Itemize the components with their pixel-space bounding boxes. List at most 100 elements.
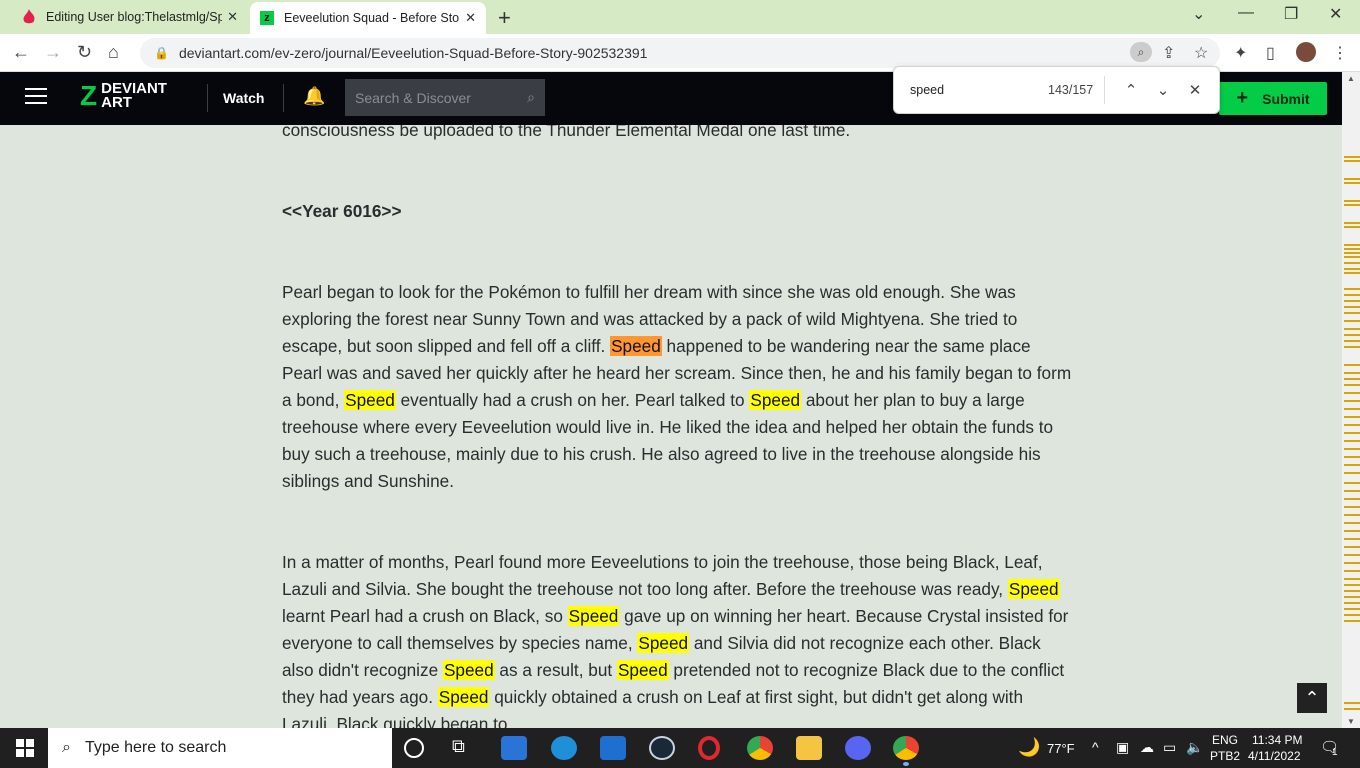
find-result-tick: [1344, 204, 1360, 206]
scroll-up-icon[interactable]: ▲: [1347, 74, 1355, 83]
weather-moon-icon[interactable]: 🌙: [1018, 737, 1040, 758]
url-bar[interactable]: 🔒 deviantart.com/ev-zero/journal/Eeveelu…: [140, 38, 1220, 68]
find-result-tick: [1344, 200, 1360, 202]
profile-avatar[interactable]: [1296, 42, 1316, 62]
find-result-tick: [1344, 248, 1360, 250]
paragraph-pearl: Pearl began to look for the Pokémon to f…: [282, 279, 1072, 495]
find-result-tick: [1344, 464, 1360, 466]
tray-device-icon[interactable]: ▣: [1116, 739, 1129, 756]
find-result-tick: [1344, 408, 1360, 410]
find-result-tick: [1344, 306, 1360, 308]
share-icon[interactable]: ⇪: [1162, 43, 1175, 63]
restore-icon[interactable]: ❐: [1284, 4, 1298, 24]
find-result-tick: [1344, 334, 1360, 336]
find-result-tick: [1344, 268, 1360, 270]
find-result-tick: [1344, 482, 1360, 484]
find-result-tick: [1344, 328, 1360, 330]
tab-eeveelution-squad[interactable]: z Eeveelution Squad - Before Story ✕: [250, 2, 486, 34]
lens-icon[interactable]: ⌕: [1130, 42, 1152, 62]
file-explorer-icon[interactable]: [796, 736, 822, 760]
edge-icon[interactable]: [551, 736, 577, 760]
submit-button[interactable]: + Submit: [1219, 82, 1327, 115]
find-input[interactable]: speed: [910, 83, 1030, 97]
forward-icon[interactable]: →: [44, 42, 62, 63]
find-result-tick: [1344, 498, 1360, 500]
search-input[interactable]: Search & Discover ⌕: [345, 79, 545, 116]
weather-temp[interactable]: 77°F: [1047, 741, 1075, 756]
task-view-icon[interactable]: ⧉: [452, 736, 478, 760]
taskbar-search-placeholder: Type here to search: [84, 739, 227, 756]
onedrive-cloud-icon[interactable]: ☁: [1140, 739, 1154, 756]
discord-icon[interactable]: [845, 736, 871, 760]
find-result-tick: [1344, 182, 1360, 184]
watch-link[interactable]: Watch: [223, 90, 264, 106]
find-result-tick: [1344, 300, 1360, 302]
tray-chevron-icon[interactable]: ^: [1092, 739, 1099, 755]
back-icon[interactable]: ←: [12, 42, 30, 63]
find-result-tick: [1344, 538, 1360, 540]
deviantart-mark-icon: Z: [80, 80, 98, 111]
side-panel-icon[interactable]: ▯: [1266, 43, 1275, 63]
find-current-match: Speed: [610, 336, 662, 356]
close-tab-icon[interactable]: ✕: [465, 10, 476, 26]
paragraph-top: consciousness be uploaded to the Thunder…: [282, 125, 851, 140]
bookmark-star-icon[interactable]: ☆: [1194, 43, 1208, 63]
minimize-icon[interactable]: —: [1238, 4, 1254, 22]
divider: [283, 84, 284, 112]
store-icon[interactable]: [501, 736, 527, 760]
close-window-icon[interactable]: ✕: [1329, 4, 1342, 24]
find-previous-icon[interactable]: ⌃: [1115, 81, 1147, 99]
deviantart-logo[interactable]: Z DEVIANT ART: [80, 80, 167, 111]
volume-icon[interactable]: 🔈: [1186, 739, 1203, 756]
find-result-tick: [1344, 472, 1360, 474]
find-result-tick: [1344, 256, 1360, 258]
tab-search-chevron-icon[interactable]: ⌄: [1192, 4, 1205, 24]
close-tab-icon[interactable]: ✕: [227, 9, 238, 25]
find-result-tick: [1344, 702, 1360, 704]
hamburger-menu-icon[interactable]: [25, 88, 47, 108]
menu-dots-icon[interactable]: ⋮: [1332, 43, 1348, 63]
language-line2[interactable]: PTB2: [1210, 749, 1240, 763]
windows-start-icon[interactable]: [16, 739, 34, 757]
taskbar-search-input[interactable]: ⌕ Type here to search: [48, 728, 392, 768]
chrome-icon[interactable]: [747, 736, 773, 760]
fandom-flame-icon: [23, 9, 35, 24]
new-tab-button[interactable]: +: [498, 5, 511, 31]
tab-title: Editing User blog:Thelastmlg/Spe: [46, 10, 222, 24]
find-result-tick: [1344, 252, 1360, 254]
find-result-tick: [1344, 578, 1360, 580]
steam-icon[interactable]: [649, 736, 675, 760]
scroll-to-top-button[interactable]: ⌃: [1297, 683, 1327, 713]
find-result-tick: [1344, 614, 1360, 616]
notifications-bell-icon[interactable]: 🔔: [303, 86, 325, 107]
mail-icon[interactable]: [600, 736, 626, 760]
tab-title: Eeveelution Squad - Before Story: [284, 11, 460, 25]
divider: [1104, 76, 1105, 104]
cortana-icon[interactable]: [404, 738, 424, 758]
language-line1[interactable]: ENG: [1212, 733, 1238, 747]
find-result-tick: [1344, 602, 1360, 604]
extensions-icon[interactable]: ✦: [1234, 43, 1247, 63]
find-match-count: 143/157: [1048, 83, 1094, 97]
find-result-tick: [1344, 392, 1360, 394]
search-icon[interactable]: ⌕: [527, 89, 535, 106]
network-icon[interactable]: ▭: [1163, 739, 1176, 756]
find-result-tick: [1344, 160, 1360, 162]
home-icon[interactable]: ⌂: [108, 42, 119, 63]
tab-editing-blog[interactable]: Editing User blog:Thelastmlg/Spe ✕: [8, 0, 248, 34]
clock-time[interactable]: 11:34 PM: [1252, 733, 1302, 747]
clock-date[interactable]: 4/11/2022: [1248, 749, 1301, 763]
find-next-icon[interactable]: ⌄: [1147, 81, 1179, 99]
page-scrollbar[interactable]: ▲ ▼: [1342, 72, 1360, 728]
find-result-tick: [1344, 554, 1360, 556]
reload-icon[interactable]: ↻: [77, 42, 92, 63]
chrome-active-icon[interactable]: [893, 736, 919, 760]
find-result-tick: [1344, 514, 1360, 516]
find-result-tick: [1344, 570, 1360, 572]
find-result-tick: [1344, 384, 1360, 386]
find-result-tick: [1344, 244, 1360, 246]
opera-icon[interactable]: [698, 736, 720, 760]
scroll-down-icon[interactable]: ▼: [1347, 717, 1355, 726]
find-close-icon[interactable]: ✕: [1179, 81, 1211, 99]
find-result-tick: [1344, 272, 1360, 274]
